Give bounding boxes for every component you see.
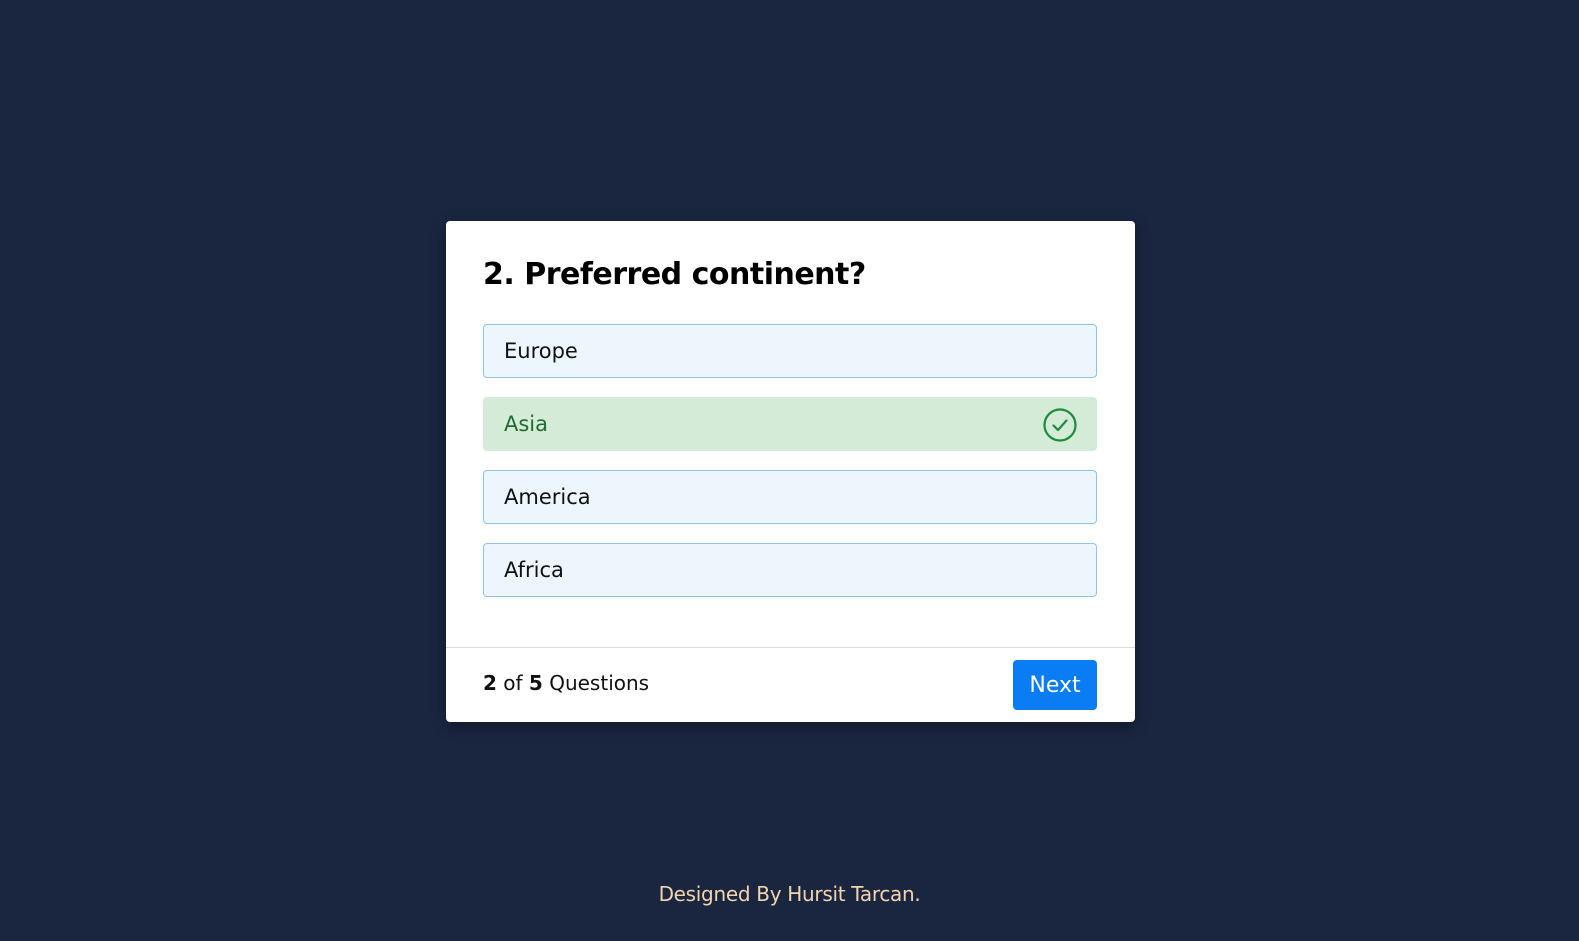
designer-credit: Designed By Hursit Tarcan. <box>658 882 921 906</box>
progress-of: of <box>503 671 523 695</box>
progress-suffix: Questions <box>549 671 650 695</box>
option-label: Asia <box>504 412 549 436</box>
option-label: Europe <box>504 339 578 363</box>
question-title: 2. Preferred continent? <box>483 257 866 292</box>
next-button[interactable]: Next <box>1013 660 1097 710</box>
progress-current: 2 <box>483 671 497 695</box>
quiz-card: 2. Preferred continent? Europe Asia Amer… <box>446 221 1135 722</box>
options-list: Europe Asia America Africa <box>483 324 1097 616</box>
option-europe[interactable]: Europe <box>483 324 1097 378</box>
progress-total: 5 <box>528 671 543 695</box>
option-asia[interactable]: Asia <box>483 397 1097 451</box>
option-label: America <box>504 485 591 509</box>
option-label: Africa <box>504 558 564 582</box>
question-progress: 2 of 5 Questions <box>483 671 649 695</box>
option-america[interactable]: America <box>483 470 1097 524</box>
check-circle-icon <box>1043 408 1077 442</box>
option-africa[interactable]: Africa <box>483 543 1097 597</box>
card-footer: 2 of 5 Questions Next <box>446 647 1135 722</box>
